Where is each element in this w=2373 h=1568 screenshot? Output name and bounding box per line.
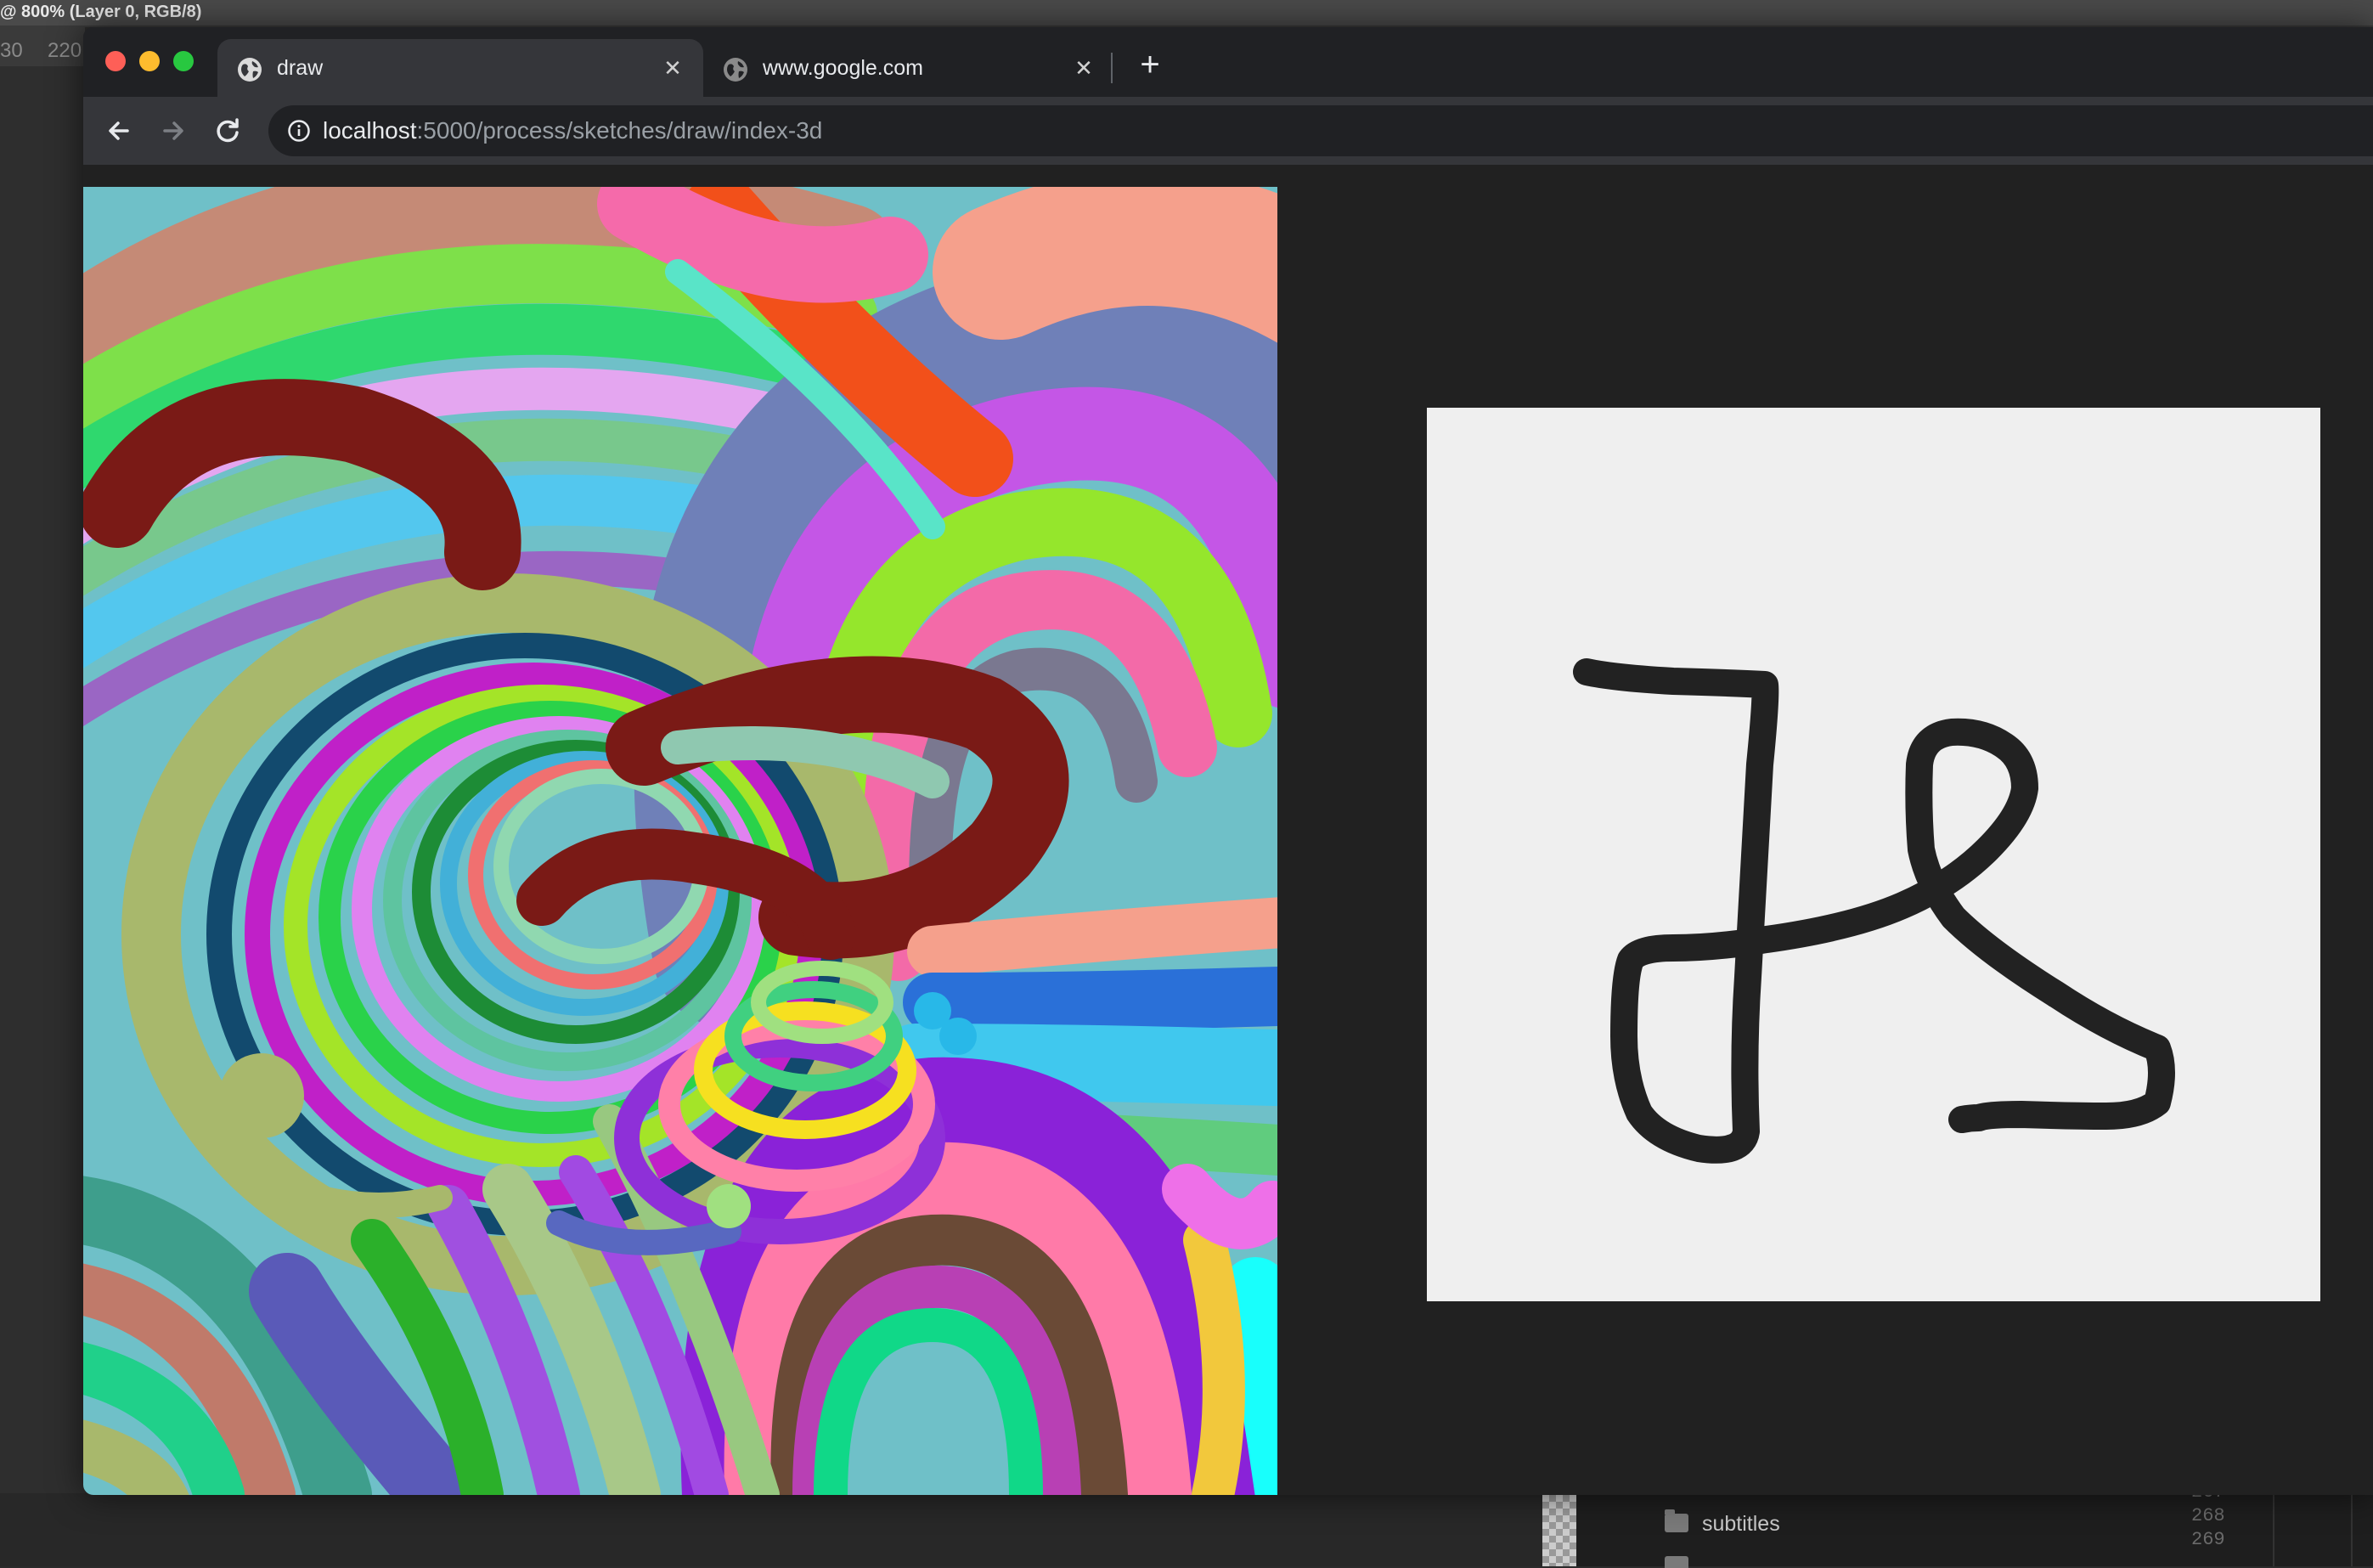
photoshop-left-panel [0,66,85,1566]
ruler-mark: 30 [0,39,23,62]
new-tab-button[interactable]: + [1131,46,1169,83]
3d-render-canvas[interactable] [83,187,1277,1495]
transparency-checkerboard [1542,1495,1576,1566]
globe-icon [238,58,262,82]
url-host: localhost [323,117,417,144]
browser-window: draw ✕ www.google.com ✕ + localhost:5000… [83,27,2373,1495]
line-number: 269 [2191,1529,2225,1550]
tab-separator [1111,53,1113,83]
url-text[interactable]: localhost:5000/process/sketches/draw/ind… [323,117,822,144]
ruler-mark: 220 [48,39,82,62]
forward-arrow-icon[interactable] [155,112,192,149]
tab-draw[interactable]: draw ✕ [217,39,703,97]
editor-divider [2273,1495,2274,1566]
tab-title: www.google.com [763,56,923,80]
window-maximize-button[interactable] [173,51,194,71]
window-minimize-button[interactable] [139,51,160,71]
url-path: :5000/process/sketches/draw/index-3d [416,117,823,144]
folder-icon [1665,1509,1688,1532]
site-info-icon[interactable] [287,119,311,143]
tab-google[interactable]: www.google.com ✕ [703,39,1114,97]
reload-icon[interactable] [209,112,246,149]
sketch-stroke [1573,658,2175,1164]
page-content [83,165,2373,1495]
photoshop-ruler: 30 220 [0,27,85,66]
photoshop-titlebar: @ 800% (Layer 0, RGB/8) [0,0,2373,27]
folder-label-subtitles[interactable]: subtitles [1702,1512,1780,1537]
code-editor-panel [1576,1495,2373,1566]
tab-strip: draw ✕ www.google.com ✕ + [83,27,2373,97]
window-close-button[interactable] [105,51,126,71]
tab-close-icon[interactable]: ✕ [659,54,686,82]
globe-icon [724,58,747,82]
photoshop-document-title: @ 800% (Layer 0, RGB/8) [0,3,202,21]
back-arrow-icon[interactable] [100,112,138,149]
browser-toolbar: localhost:5000/process/sketches/draw/ind… [83,97,2373,165]
editor-divider [2351,1495,2353,1566]
address-bar[interactable]: localhost:5000/process/sketches/draw/ind… [268,105,2373,156]
sketch-drawing-pad[interactable] [1427,408,2320,1301]
tab-close-icon[interactable]: ✕ [1070,54,1097,82]
tab-title: draw [277,56,324,80]
line-number: 268 [2191,1505,2225,1526]
